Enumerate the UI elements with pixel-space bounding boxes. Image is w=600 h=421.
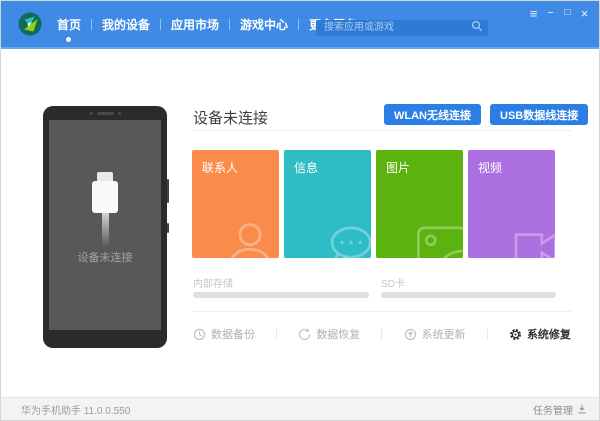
action-separator [486,328,488,340]
close-icon[interactable]: × [576,6,593,20]
divider [193,130,571,131]
nav-separator [160,18,162,30]
sd-card-bar [381,292,556,298]
video-icon [507,220,555,258]
action-separator [276,328,278,340]
card-contacts[interactable]: 联系人 [192,150,279,258]
window-controls: ≡ − □ × [525,6,593,20]
card-label: 联系人 [202,161,239,175]
app-logo-icon [18,12,42,36]
card-messages[interactable]: 信息 [284,150,371,258]
phone-side-button [167,179,169,203]
internal-storage-label: 内部存储 [193,279,233,290]
nav-separator [91,18,93,30]
system-update-action[interactable]: 系统更新 [404,326,466,342]
phone-side-button [167,223,169,233]
download-tray-icon [578,404,586,414]
nav-item-game-center[interactable]: 游戏中心 [238,1,290,47]
search-input[interactable] [316,19,488,36]
message-icon [323,220,371,258]
data-restore-action[interactable]: 数据恢复 [298,326,360,342]
phone-status-text: 设备未连接 [77,252,133,264]
picture-icon [415,220,463,258]
header-bar: 首页 我的设备 应用市场 游戏中心 更多服务 ≡ − □ × [1,1,599,49]
menu-icon[interactable]: ≡ [525,6,542,20]
minimize-icon[interactable]: − [542,6,559,20]
data-backup-action[interactable]: 数据备份 [193,326,255,342]
card-label: 信息 [294,161,319,175]
nav-item-home[interactable]: 首页 [55,1,83,47]
nav-separator [298,18,300,30]
backup-clock-icon [193,328,206,340]
nav-item-app-market[interactable]: 应用市场 [169,1,221,47]
search-box [316,17,488,36]
update-arrow-icon [404,328,416,340]
connect-buttons: WLAN无线连接 USB数据线连接 [384,104,589,125]
phone-speaker [43,112,167,115]
usb-plug-icon [97,172,113,181]
card-pictures[interactable]: 图片 [376,150,463,258]
contacts-icon [223,220,277,258]
card-videos[interactable]: 视频 [468,150,555,258]
search-icon[interactable] [471,19,483,32]
nav-separator [229,18,231,30]
status-bar: 华为手机助手 11.0.0.550 任务管理 [1,397,599,420]
wlan-connect-button[interactable]: WLAN无线连接 [384,104,481,125]
divider [193,311,571,312]
repair-gear-icon [509,328,521,340]
maximize-icon[interactable]: □ [559,6,576,20]
phone-illustration: 设备未连接 [43,106,169,348]
page-title: 设备未连接 [193,110,269,127]
internal-storage-bar [193,292,369,298]
system-repair-action[interactable]: 系统修复 [509,326,571,342]
sd-card-label: SD卡 [381,279,405,290]
phone-screen: 设备未连接 [49,120,161,330]
action-separator [381,328,383,340]
card-label: 视频 [478,161,503,175]
nav-item-my-device[interactable]: 我的设备 [100,1,152,47]
usb-connect-button[interactable]: USB数据线连接 [490,104,589,125]
app-window: 首页 我的设备 应用市场 游戏中心 更多服务 ≡ − □ × [0,0,600,421]
task-manager-button[interactable]: 任务管理 [533,402,587,417]
restore-refresh-icon [299,328,311,340]
category-cards: 联系人 信息 图片 视频 [192,150,555,258]
app-version-text: 华为手机助手 11.0.0.550 [21,405,131,417]
action-bar: 数据备份 数据恢复 系统更新 系统修复 [193,326,571,342]
card-label: 图片 [386,161,411,175]
